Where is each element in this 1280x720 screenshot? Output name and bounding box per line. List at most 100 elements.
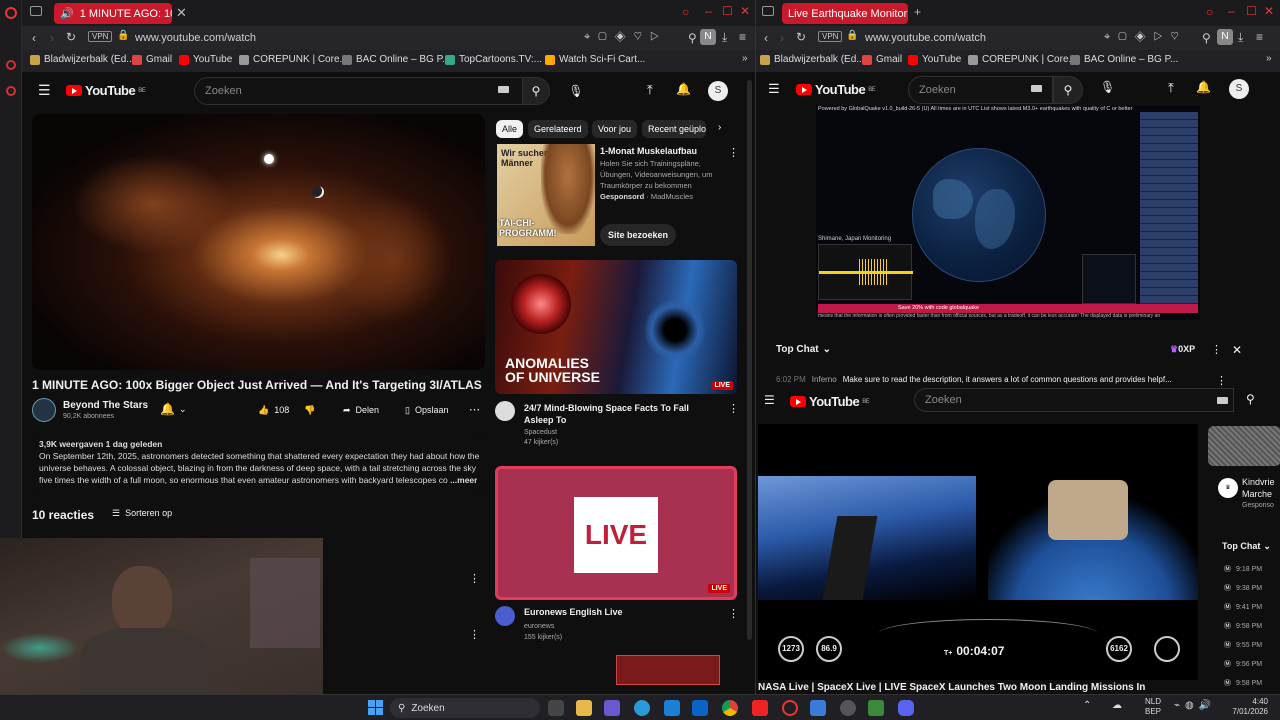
bookmark-corepunk[interactable]: COREPUNK | Core...	[968, 54, 1077, 65]
windows-start-icon[interactable]	[368, 700, 383, 715]
subscribed-bell-icon[interactable]: 🔔	[160, 402, 175, 416]
tab-list-icon[interactable]	[762, 6, 774, 16]
keyboard-icon[interactable]	[1031, 85, 1042, 92]
tab-active[interactable]: 🔊 1 MINUTE AGO: 100x B	[54, 3, 172, 24]
opera-icon[interactable]	[782, 700, 798, 716]
close-window-icon[interactable]: ✕	[1264, 4, 1274, 18]
system-tray-icons[interactable]: ⌁◍🔊	[1174, 700, 1216, 711]
discord-icon[interactable]	[898, 700, 914, 716]
search-tabs-icon[interactable]: ○	[682, 5, 689, 19]
chip-related[interactable]: Gerelateerd	[528, 120, 588, 138]
rec-thumbnail-anomalies[interactable]: ANOMALIES OF UNIVERSE LIVE	[495, 260, 737, 394]
search-icon[interactable]: ⚲	[1246, 392, 1255, 406]
rec-thumbnail-euronews[interactable]: LIVE LIVE	[495, 466, 737, 600]
bookmarks-more-icon[interactable]: »	[1266, 53, 1272, 64]
bookmark-youtube[interactable]: YouTube	[908, 54, 961, 65]
chat-close-icon[interactable]: ✕	[1232, 343, 1242, 357]
notifications-icon[interactable]: 🔔	[1196, 80, 1211, 94]
opera-logo-icon[interactable]	[5, 7, 17, 19]
search-button[interactable]: ⚲	[1053, 76, 1083, 104]
language-indicator[interactable]: NLD BEP	[1145, 697, 1161, 717]
mic-icon[interactable]: 🎙	[562, 77, 590, 105]
tray-overflow-icon[interactable]: ⌃	[1083, 700, 1091, 711]
channel-avatar[interactable]	[32, 398, 56, 422]
download-icon[interactable]: ⤓	[722, 30, 727, 45]
tab-close-icon[interactable]: ✕	[176, 5, 187, 21]
more-link[interactable]: ...meer	[450, 475, 477, 485]
rec-thumbnail-partial[interactable]	[616, 655, 720, 685]
scrollbar[interactable]	[747, 80, 752, 640]
file-explorer-icon[interactable]	[576, 700, 592, 716]
chrome-icon[interactable]	[722, 700, 738, 716]
upload-icon[interactable]: ⤒	[1168, 80, 1174, 96]
reload-icon[interactable]: ↻	[66, 30, 76, 44]
task-view-icon[interactable]	[548, 700, 564, 716]
spacex-stream-player[interactable]: 1273 86.9 T+ 00:04:07 6162	[758, 424, 1198, 680]
bookmark-folder[interactable]: Bladwijzerbalk (Ed...	[760, 54, 865, 65]
bookmark-gmail[interactable]: Gmail	[862, 54, 902, 65]
store-icon[interactable]	[664, 700, 680, 716]
top-chat-dropdown[interactable]: Top Chat ⌄	[1222, 541, 1271, 552]
new-tab-icon[interactable]: +	[914, 5, 921, 19]
youtube-logo[interactable]: YouTube BE	[796, 82, 876, 97]
search-button[interactable]: ⚲	[522, 77, 550, 105]
ad-thumbnail[interactable]: Wir suchen Männer TAI-CHI- PROGRAMM!	[497, 144, 595, 246]
tab-list-icon[interactable]	[30, 6, 42, 16]
top-chat-dropdown[interactable]: Top Chat ⌄	[776, 344, 831, 355]
vpn-badge[interactable]: VPN	[818, 31, 843, 42]
avatar[interactable]: S	[1229, 79, 1249, 99]
ad-title[interactable]: 1-Monat Muskelaufbau	[600, 146, 697, 156]
reload-icon[interactable]: ↻	[796, 30, 806, 44]
bookmarks-icon[interactable]	[6, 60, 16, 70]
menu-icon[interactable]: ≡	[739, 30, 746, 44]
channel-avatar[interactable]	[495, 401, 515, 421]
rec-thumbnail-partial[interactable]	[1208, 426, 1280, 466]
youtube-app-icon[interactable]	[752, 700, 768, 716]
toolbar-icons[interactable]: ⌖▢◈♡▷	[584, 31, 667, 44]
extensions-icon[interactable]: ⚲	[688, 31, 697, 45]
description-box[interactable]: 3,9K weergaven 1 dag geleden On Septembe…	[32, 432, 485, 494]
youtube-logo[interactable]: YouTube BE	[790, 394, 870, 409]
bookmark-bac[interactable]: BAC Online – BG P...	[342, 54, 450, 65]
tab-active[interactable]: Live Earthquake Monitorin	[782, 3, 908, 24]
bookmark-scifi[interactable]: Watch Sci-Fi Cart...	[545, 54, 645, 65]
chips-next-icon[interactable]: ›	[718, 122, 721, 133]
bookmarks-more-icon[interactable]: »	[742, 53, 748, 64]
steam-icon[interactable]	[840, 700, 856, 716]
chat-more-icon[interactable]: ⋮	[1211, 343, 1222, 356]
visit-site-button[interactable]: Site bezoeken	[600, 224, 677, 246]
outlook-icon[interactable]	[692, 700, 708, 716]
chip-recent[interactable]: Recent geüplo	[642, 120, 706, 138]
sort-button[interactable]: ☰ Sorteren op	[112, 508, 172, 519]
xp-badge[interactable]: ♛0XP	[1170, 344, 1195, 355]
profile-icon[interactable]: N	[1217, 29, 1233, 45]
bookmark-gmail[interactable]: Gmail	[132, 54, 172, 65]
comment-more-icon[interactable]: ⋮	[469, 628, 480, 641]
url-field[interactable]: www.youtube.com/watch	[135, 32, 256, 44]
thumb-down-icon[interactable]: 👎	[304, 405, 315, 416]
channel-avatar[interactable]	[495, 606, 515, 626]
chip-all[interactable]: Alle	[496, 120, 524, 138]
notifications-icon[interactable]: 🔔	[676, 82, 691, 96]
bookmark-corepunk[interactable]: COREPUNK | Core...	[239, 54, 348, 65]
keyboard-icon[interactable]	[1217, 397, 1228, 404]
taskbar-search[interactable]: ⚲ Zoeken	[390, 698, 540, 718]
minimize-icon[interactable]: –	[1228, 4, 1235, 18]
forward-icon[interactable]: ›	[50, 31, 54, 45]
bookmark-folder[interactable]: Bladwijzerbalk (Ed...	[30, 54, 135, 65]
rec-more-icon[interactable]: ⋮	[728, 607, 739, 620]
vpn-badge[interactable]: VPN	[88, 31, 113, 42]
save-button[interactable]: ▯ Opslaan	[397, 399, 456, 421]
back-icon[interactable]: ‹	[32, 31, 36, 45]
video-player[interactable]	[32, 114, 485, 370]
chip-for-you[interactable]: Voor jou	[592, 120, 638, 138]
ad-more-icon[interactable]: ⋮	[728, 146, 739, 159]
earthquake-stream-player[interactable]: Powered by GlobalQuake v1.0_build-26-5 (…	[816, 106, 1200, 320]
teams-icon[interactable]	[604, 700, 620, 716]
channel-name[interactable]: Beyond The Stars	[63, 400, 148, 411]
profile-icon[interactable]: N	[700, 29, 716, 45]
history-icon[interactable]	[6, 86, 16, 96]
cloud-icon[interactable]: ☁	[1112, 700, 1122, 711]
upload-icon[interactable]: ⤒	[647, 82, 653, 98]
chevron-down-icon[interactable]: ⌄	[179, 404, 187, 415]
